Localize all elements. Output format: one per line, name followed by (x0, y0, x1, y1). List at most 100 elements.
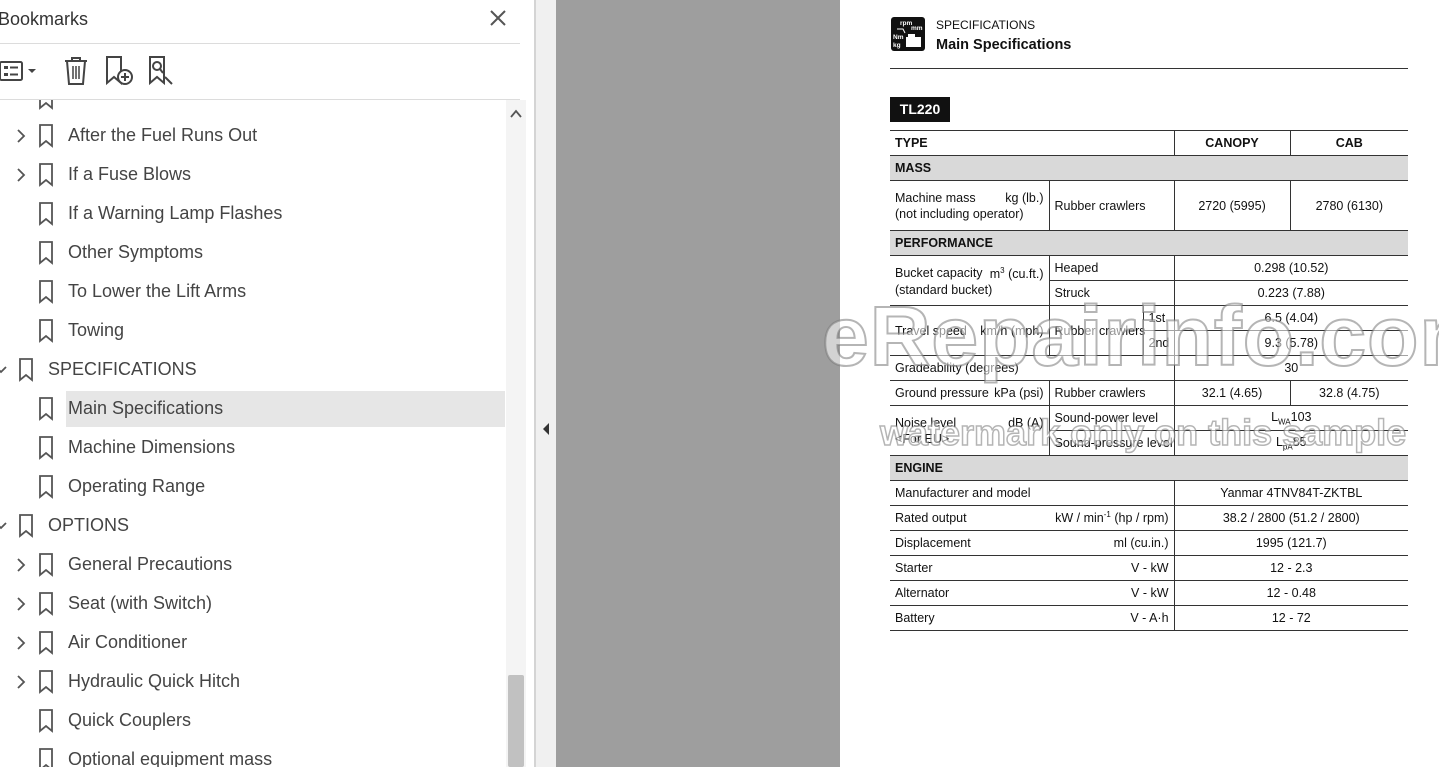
starter-unit: V - kW (1131, 561, 1169, 575)
bookmark-icon (39, 202, 53, 226)
bookmark-label: Machine Dimensions (68, 437, 236, 457)
bucket-capacity-label-cell: Bucket capacity m3 (cu.ft.) (standard buc… (890, 255, 1050, 306)
bookmark-item[interactable]: Optional equipment mass (0, 742, 506, 767)
machine-mass-unit: kg (lb.) (1005, 190, 1044, 205)
bookmark-label: Other Symptoms (68, 242, 204, 262)
rated-output-unit: kW / min-1 (hp / rpm) (1055, 510, 1169, 526)
title-divider (890, 68, 1408, 69)
bookmark-item[interactable]: Air Conditioner (0, 625, 506, 661)
bookmark-label: Main Specifications (68, 398, 224, 418)
chevron-right-icon[interactable] (14, 557, 28, 573)
bookmark-item[interactable]: Operating Range (0, 469, 506, 505)
find-bookmark-icon[interactable] (145, 53, 177, 87)
bookmarks-scrollbar[interactable] (506, 100, 526, 767)
table-row: Manufacturer and model Yanmar 4TNV84T-ZK… (890, 480, 1409, 506)
bucket-struck-value: 0.223 (7.88) (1174, 280, 1409, 306)
bucket-struck-label: Struck (1049, 280, 1175, 306)
displacement-label: Displacement (895, 536, 971, 550)
bookmark-label: If a Warning Lamp Flashes (68, 203, 283, 223)
bookmark-item[interactable]: OPTIONS (0, 508, 506, 544)
bookmark-icon (39, 475, 53, 499)
chevron-right-icon[interactable] (14, 596, 28, 612)
table-row: Travel speed km/h (mph) Rubber crawlers 1… (890, 305, 1409, 356)
battery-value: 12 - 72 (1174, 605, 1409, 631)
bookmark-item[interactable]: Seat (with Switch) (0, 586, 506, 622)
alternator-label-cell: Alternator V - kW (890, 580, 1175, 606)
machine-mass-variant: Rubber crawlers (1049, 180, 1175, 231)
starter-label: Starter (895, 561, 933, 575)
collapse-panel-icon[interactable] (540, 420, 552, 438)
table-row: Alternator V - kW 12 - 0.48 (890, 580, 1409, 606)
travel-speed-label: Travel speed (895, 323, 967, 338)
bookmark-icon (39, 631, 53, 655)
close-icon[interactable] (486, 6, 510, 30)
sound-pressure-label: Sound-pressure level (1049, 430, 1175, 456)
bookmark-item[interactable]: General Precautions (0, 547, 506, 583)
displacement-label-cell: Displacement ml (cu.in.) (890, 530, 1175, 556)
chevron-right-icon[interactable] (14, 128, 28, 144)
bookmarks-header: Bookmarks (0, 0, 520, 44)
table-row: Displacement ml (cu.in.) 1995 (121.7) (890, 530, 1409, 556)
bookmarks-title: Bookmarks (0, 9, 89, 29)
table-section-row: ENGINE (890, 455, 1409, 481)
chevron-down-icon[interactable] (0, 362, 8, 378)
scroll-up-arrow-icon[interactable] (509, 108, 523, 120)
delete-bookmark-icon[interactable] (60, 53, 92, 87)
chevron-down-icon[interactable] (0, 518, 8, 534)
rated-output-label-cell: Rated output kW / min-1 (hp / rpm) (890, 505, 1175, 531)
table-section-row: MASS (890, 155, 1409, 181)
alternator-unit: V - kW (1131, 586, 1169, 600)
document-section: SPECIFICATIONS (936, 18, 1036, 32)
bookmark-item[interactable]: SPECIFICATIONS (0, 352, 506, 388)
bookmark-icon (19, 358, 33, 382)
bookmark-item[interactable]: Machine Dimensions (0, 430, 506, 466)
table-section-row: PERFORMANCE (890, 230, 1409, 256)
sound-power-value: LWA103 (1174, 405, 1409, 431)
bookmark-label: Quick Couplers (68, 710, 192, 730)
chevron-right-icon[interactable] (14, 635, 28, 651)
bookmark-item[interactable]: Towing (0, 313, 506, 349)
bookmark-item[interactable]: Other Symptoms (0, 235, 506, 271)
chevron-right-icon[interactable] (14, 674, 28, 690)
bookmark-label: To Lower the Lift Arms (68, 281, 247, 301)
new-bookmark-icon[interactable] (102, 53, 134, 87)
scrollbar-thumb[interactable] (508, 675, 524, 767)
travel-speed-label-cell: Travel speed km/h (mph) (890, 305, 1050, 356)
travel-1st-label: 1st (1143, 305, 1175, 331)
bookmark-item[interactable]: Main Specifications (0, 391, 506, 427)
bookmark-item[interactable]: If a Fuse Blows (0, 157, 506, 193)
travel-speed-unit: km/h (mph) (980, 323, 1044, 338)
chevron-right-icon[interactable] (14, 167, 28, 183)
bookmark-options-icon[interactable] (0, 53, 42, 87)
displacement-unit: ml (cu.in.) (1113, 536, 1169, 550)
table-row: Noise level dB (A) <For EU> Sound-power l… (890, 405, 1409, 456)
gradeability-value: 30 (1174, 355, 1409, 381)
noise-level-label: Noise level (895, 415, 957, 430)
viewer-background (556, 0, 840, 767)
bookmark-icon (39, 280, 53, 304)
battery-unit: V - A·h (1130, 611, 1169, 625)
bookmark-label: Optional equipment mass (68, 749, 273, 767)
battery-label-cell: Battery V - A·h (890, 605, 1175, 631)
bookmark-item[interactable]: If a Warning Lamp Flashes (0, 196, 506, 232)
bookmark-label: If a Fuse Blows (68, 164, 192, 184)
bookmark-item[interactable]: Hydraulic Quick Hitch (0, 664, 506, 700)
ground-pressure-label-cell: Ground pressure kPa (psi) (890, 380, 1050, 406)
ground-pressure-unit: kPa (psi) (994, 386, 1044, 400)
table-row: Battery V - A·h 12 - 72 (890, 605, 1409, 631)
engine-section: ENGINE (890, 455, 1409, 481)
bookmark-icon (39, 592, 53, 616)
bookmark-icon (39, 163, 53, 187)
alternator-value: 12 - 0.48 (1174, 580, 1409, 606)
bookmark-icon (39, 436, 53, 460)
bookmarks-panel: Bookmarks After the Fuel Runs Out If a F… (0, 0, 535, 767)
displacement-value: 1995 (121.7) (1174, 530, 1409, 556)
panel-splitter[interactable] (535, 0, 556, 767)
bucket-heaped-label: Heaped (1049, 255, 1175, 281)
bookmark-item[interactable]: Quick Couplers (0, 703, 506, 739)
rated-output-label: Rated output (895, 511, 967, 525)
noise-level-note: <For EU> (895, 431, 950, 446)
bookmark-item[interactable]: After the Fuel Runs Out (0, 118, 506, 154)
bookmark-item[interactable]: To Lower the Lift Arms (0, 274, 506, 310)
bookmark-label: Hydraulic Quick Hitch (68, 671, 241, 691)
